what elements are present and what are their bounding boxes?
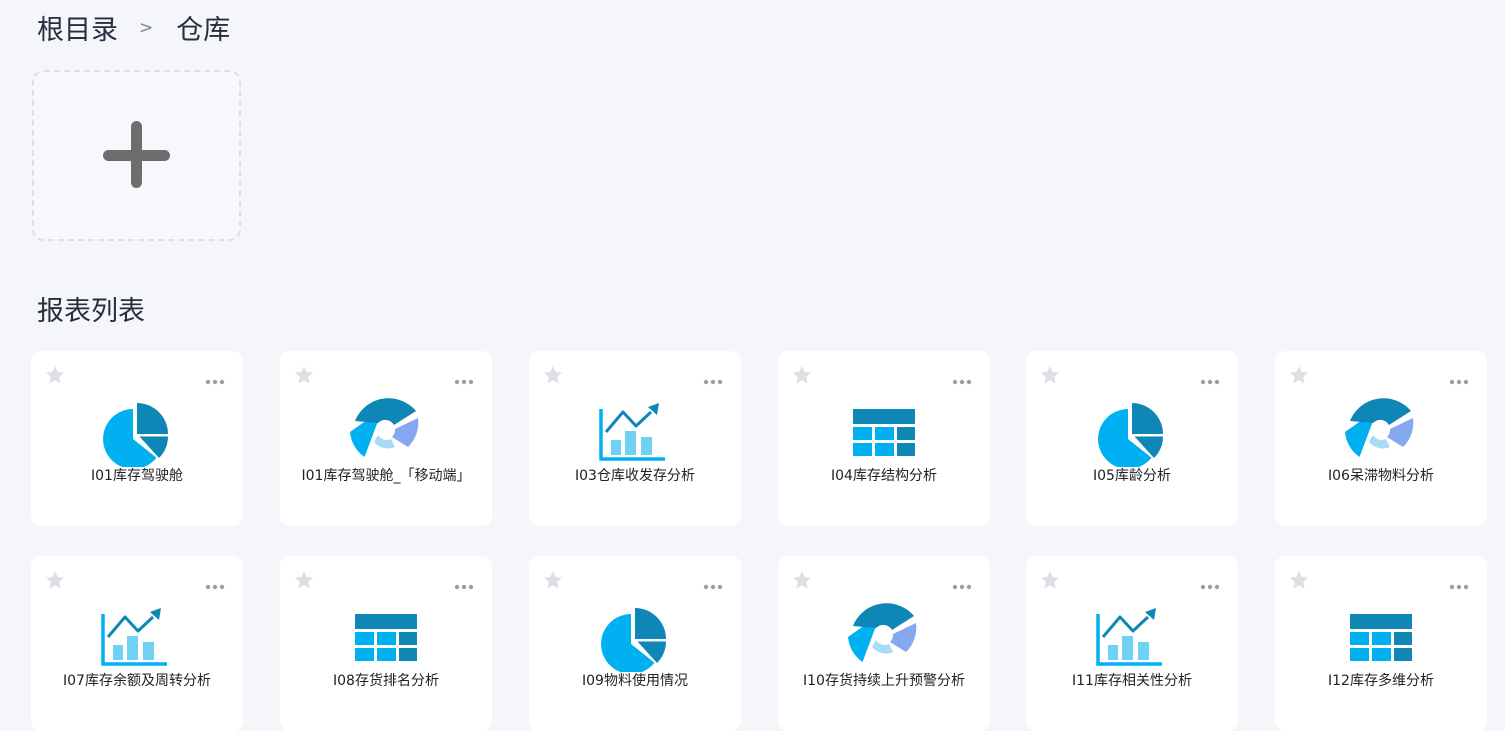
report-card[interactable]: I04库存结构分析 — [778, 351, 990, 526]
star-icon[interactable] — [294, 570, 314, 590]
line-bar-chart-icon — [1092, 592, 1172, 672]
report-card-label: I10存货持续上升预警分析 — [803, 673, 965, 689]
line-bar-chart-icon — [97, 592, 177, 672]
star-icon[interactable] — [45, 570, 65, 590]
report-card[interactable]: I10存货持续上升预警分析 — [778, 556, 990, 731]
table-icon — [346, 592, 426, 672]
breadcrumb-separator: > — [139, 17, 154, 38]
star-icon[interactable] — [1040, 570, 1060, 590]
line-bar-chart-icon — [595, 387, 675, 467]
breadcrumb: 根目录 > 仓库 — [37, 8, 230, 47]
more-options-icon[interactable] — [454, 576, 474, 590]
table-icon — [1341, 592, 1421, 672]
report-card-label: I06呆滞物料分析 — [1328, 468, 1434, 484]
more-options-icon[interactable] — [454, 371, 474, 385]
star-icon[interactable] — [792, 570, 812, 590]
report-card-label: I01库存驾驶舱 — [91, 468, 183, 484]
report-card-label: I01库存驾驶舱_「移动端」 — [301, 468, 471, 484]
report-card[interactable]: I03仓库收发存分析 — [529, 351, 741, 526]
more-options-icon[interactable] — [703, 371, 723, 385]
breadcrumb-current: 仓库 — [176, 15, 231, 46]
more-options-icon[interactable] — [952, 576, 972, 590]
report-card[interactable]: I06呆滞物料分析 — [1275, 351, 1487, 526]
report-card-label: I07库存余额及周转分析 — [63, 673, 211, 689]
report-card[interactable]: I08存货排名分析 — [280, 556, 492, 731]
report-card[interactable]: I11库存相关性分析 — [1026, 556, 1238, 731]
star-icon[interactable] — [792, 365, 812, 385]
donut-chart-icon — [346, 387, 426, 467]
more-options-icon[interactable] — [1449, 371, 1469, 385]
more-options-icon[interactable] — [1200, 576, 1220, 590]
star-icon[interactable] — [1289, 570, 1309, 590]
star-icon[interactable] — [1289, 365, 1309, 385]
star-icon[interactable] — [543, 365, 563, 385]
star-icon[interactable] — [294, 365, 314, 385]
report-card-label: I04库存结构分析 — [831, 468, 937, 484]
report-card[interactable]: I07库存余额及周转分析 — [31, 556, 243, 731]
more-options-icon[interactable] — [703, 576, 723, 590]
report-card-label: I08存货排名分析 — [333, 673, 439, 689]
donut-chart-icon — [844, 592, 924, 672]
report-card[interactable]: I05库龄分析 — [1026, 351, 1238, 526]
more-options-icon[interactable] — [205, 576, 225, 590]
report-card[interactable]: I01库存驾驶舱_「移动端」 — [280, 351, 492, 526]
table-icon — [844, 387, 924, 467]
report-card[interactable]: I12库存多维分析 — [1275, 556, 1487, 731]
pie-chart-icon — [97, 387, 177, 469]
report-card-label: I03仓库收发存分析 — [575, 468, 695, 484]
star-icon[interactable] — [1040, 365, 1060, 385]
add-report-button[interactable] — [32, 70, 241, 241]
report-card-label: I09物料使用情况 — [582, 673, 688, 689]
report-card[interactable]: I09物料使用情况 — [529, 556, 741, 731]
report-card-label: I12库存多维分析 — [1328, 673, 1434, 689]
star-icon[interactable] — [45, 365, 65, 385]
pie-chart-icon — [1092, 387, 1172, 469]
section-title: 报表列表 — [37, 296, 145, 327]
report-card-label: I05库龄分析 — [1093, 468, 1171, 484]
breadcrumb-root[interactable]: 根目录 — [37, 8, 118, 47]
more-options-icon[interactable] — [1449, 576, 1469, 590]
donut-chart-icon — [1341, 387, 1421, 467]
report-card-label: I11库存相关性分析 — [1072, 673, 1192, 689]
pie-chart-icon — [595, 592, 675, 674]
more-options-icon[interactable] — [952, 371, 972, 385]
more-options-icon[interactable] — [1200, 371, 1220, 385]
star-icon[interactable] — [543, 570, 563, 590]
more-options-icon[interactable] — [205, 371, 225, 385]
report-card[interactable]: I01库存驾驶舱 — [31, 351, 243, 526]
